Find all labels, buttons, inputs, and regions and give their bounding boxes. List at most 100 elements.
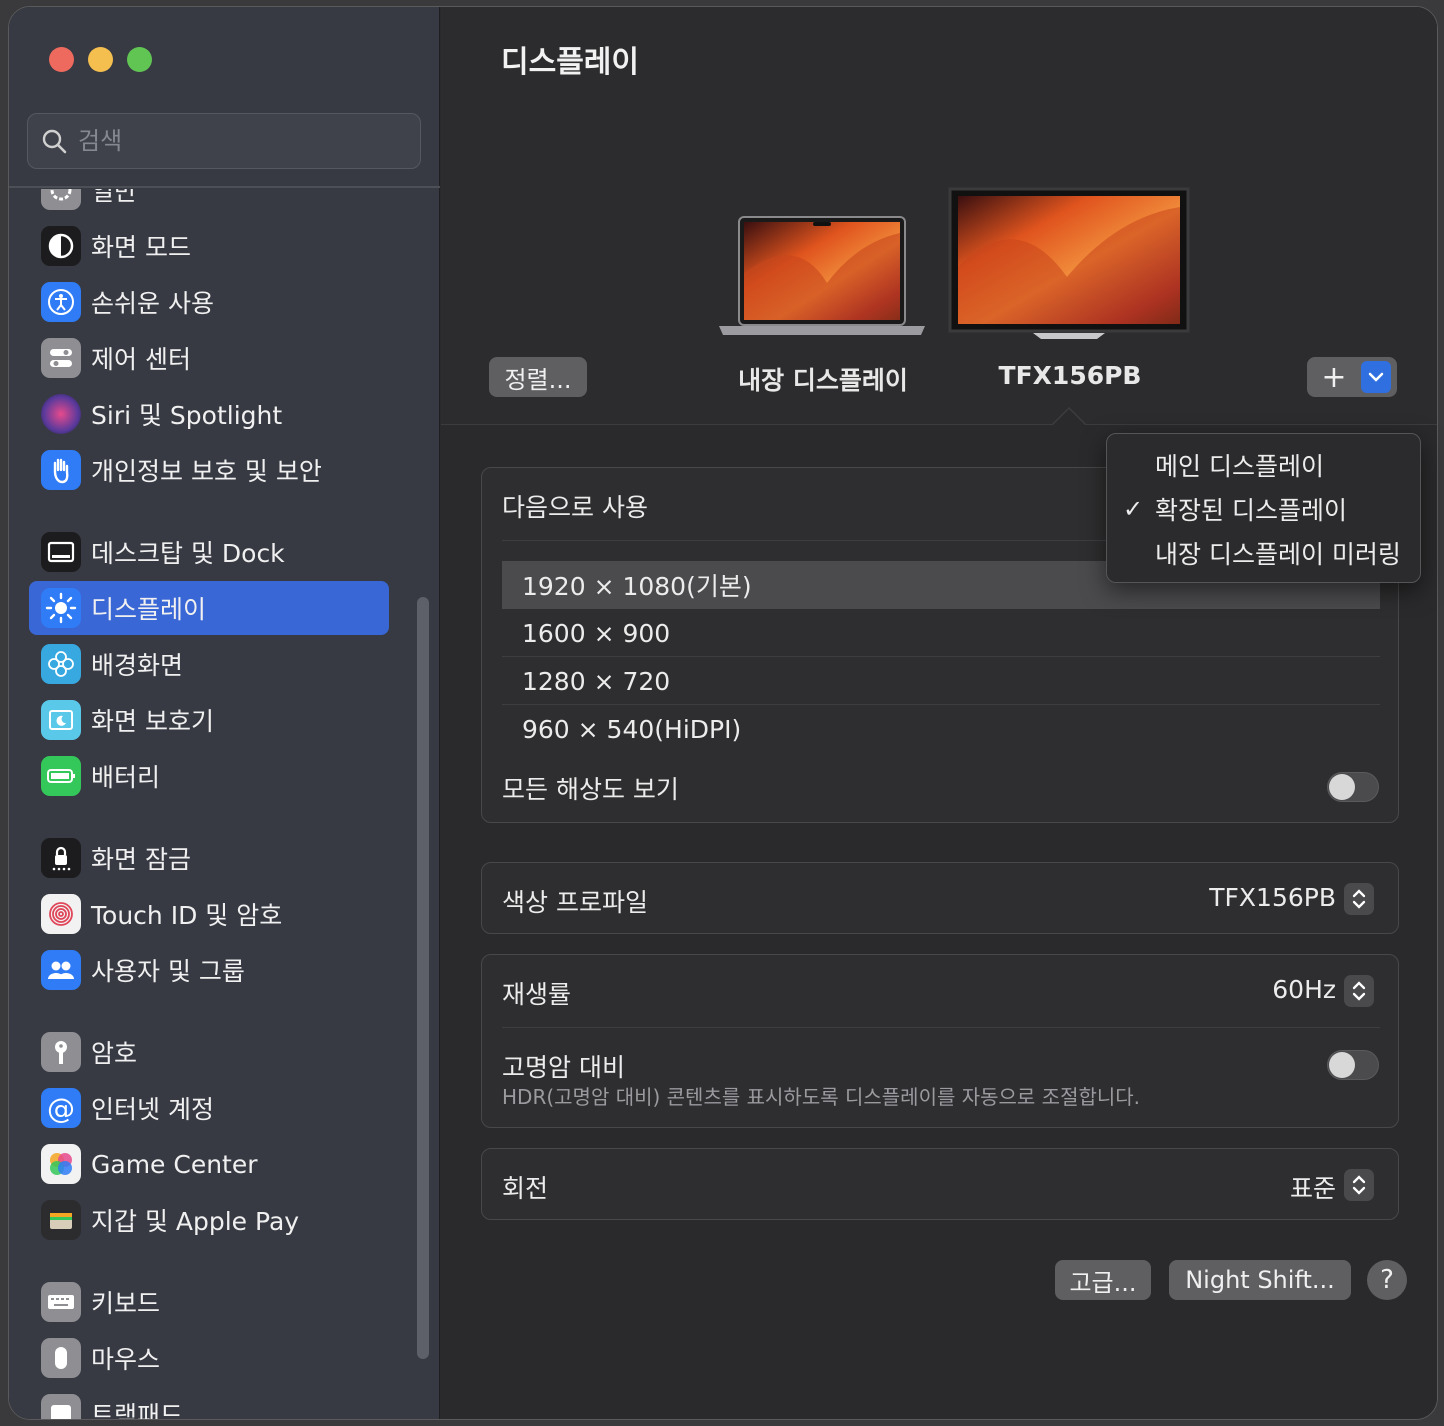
add-button[interactable]: +	[1307, 360, 1361, 395]
main-pane: 디스플레이 정렬... 내장 디스플레이 TFX156PB + 다음으로 사용 …	[441, 7, 1437, 1419]
refresh-hdr-panel: 재생률 60Hz 고명암 대비 HDR(고명암 대비) 콘텐츠를 표시하도록 디…	[481, 954, 1399, 1128]
sidebar-item-label: 디스플레이	[91, 595, 207, 624]
sidebar-item-battery[interactable]: 배터리	[29, 749, 389, 803]
sidebar-scrollbar[interactable]	[417, 597, 429, 1359]
window-controls	[49, 47, 152, 72]
night-shift-button[interactable]: Night Shift...	[1169, 1260, 1351, 1300]
hdr-toggle[interactable]	[1327, 1050, 1379, 1080]
selection-caret-fill	[1053, 409, 1085, 425]
sidebar-list: 일반 화면 모드 손쉬운 사용 제어 센터 Siri 및 Spotlight 개…	[9, 189, 440, 1420]
sidebar-item-users-groups[interactable]: 사용자 및 그룹	[29, 943, 389, 997]
sidebar-item-label: 트랙패드	[91, 1401, 184, 1420]
search-icon	[42, 129, 67, 154]
trackpad-icon	[41, 1394, 81, 1419]
sidebar-item-displays[interactable]: 디스플레이	[29, 581, 389, 635]
sidebar-item-touch-id[interactable]: Touch ID 및 암호	[29, 887, 389, 941]
sidebar-item-label: 인터넷 계정	[91, 1095, 214, 1124]
sidebar-item-appearance[interactable]: 화면 모드	[29, 219, 389, 273]
divider	[502, 1027, 1380, 1028]
close-button[interactable]	[49, 47, 74, 72]
color-profile-label: 색상 프로파일	[502, 888, 648, 917]
sidebar-item-label: Siri 및 Spotlight	[91, 401, 283, 430]
gear-icon	[41, 189, 81, 210]
chevron-down-icon[interactable]	[1361, 361, 1391, 393]
dock-icon	[41, 532, 81, 572]
resolution-option[interactable]: 1600 × 900	[502, 609, 1380, 657]
minimize-button[interactable]	[88, 47, 113, 72]
sidebar-item-label: 개인정보 보호 및 보안	[91, 457, 322, 486]
sidebar-item-label: 사용자 및 그룹	[91, 957, 245, 986]
external-display-thumbnail[interactable]	[947, 187, 1191, 347]
show-all-resolutions-label: 모든 해상도 보기	[502, 775, 679, 804]
up-down-chevron-icon[interactable]	[1344, 883, 1374, 915]
menu-item-extended-display[interactable]: ✓ 확장된 디스플레이	[1107, 488, 1422, 530]
wallet-icon	[41, 1200, 81, 1240]
show-all-resolutions-toggle[interactable]	[1327, 772, 1379, 802]
game-center-icon	[41, 1144, 81, 1184]
builtin-display-label[interactable]: 내장 디스플레이	[717, 361, 929, 397]
sidebar-item-label: Touch ID 및 암호	[91, 901, 283, 930]
hdr-label: 고명암 대비	[502, 1053, 625, 1082]
resolution-option[interactable]: 1280 × 720	[502, 657, 1380, 705]
rotation-label: 회전	[502, 1174, 549, 1203]
search-field[interactable]	[27, 113, 421, 169]
keyboard-icon	[41, 1282, 81, 1322]
sidebar-item-passwords[interactable]: 암호	[29, 1025, 389, 1079]
sidebar-item-label: 키보드	[91, 1289, 161, 1318]
sidebar-item-label: Game Center	[91, 1149, 258, 1179]
appearance-icon	[41, 226, 81, 266]
sidebar-item-siri[interactable]: Siri 및 Spotlight	[29, 387, 389, 441]
rotation-value[interactable]: 표준	[1290, 1169, 1336, 1205]
sidebar-item-internet-accounts[interactable]: @ 인터넷 계정	[29, 1081, 389, 1135]
add-display-control[interactable]: +	[1307, 357, 1397, 397]
lock-icon	[41, 838, 81, 878]
refresh-rate-label: 재생률	[502, 980, 572, 1009]
sidebar-item-label: 마우스	[91, 1345, 161, 1374]
arrange-button[interactable]: 정렬...	[489, 357, 587, 397]
search-input[interactable]	[78, 127, 378, 155]
flower-icon	[41, 644, 81, 684]
menu-item-label: 내장 디스플레이 미러링	[1155, 540, 1401, 569]
color-profile-value[interactable]: TFX156PB	[1209, 883, 1336, 912]
external-display-label[interactable]: TFX156PB	[967, 361, 1173, 390]
use-as-label: 다음으로 사용	[502, 493, 648, 522]
sidebar-item-label: 배터리	[91, 763, 161, 792]
refresh-rate-value[interactable]: 60Hz	[1272, 975, 1336, 1004]
sidebar-item-privacy[interactable]: 개인정보 보호 및 보안	[29, 443, 389, 497]
fingerprint-icon	[41, 894, 81, 934]
zoom-button[interactable]	[127, 47, 152, 72]
settings-window: 일반 화면 모드 손쉬운 사용 제어 센터	[8, 6, 1438, 1420]
battery-icon	[41, 756, 81, 796]
menu-item-mirror-builtin[interactable]: 내장 디스플레이 미러링	[1107, 532, 1422, 574]
up-down-chevron-icon[interactable]	[1344, 1169, 1374, 1201]
sidebar-item-keyboard[interactable]: 키보드	[29, 1275, 389, 1329]
sidebar-item-game-center[interactable]: Game Center	[29, 1137, 389, 1191]
advanced-button[interactable]: 고급...	[1055, 1260, 1151, 1300]
sidebar-item-desktop-dock[interactable]: 데스크탑 및 Dock	[29, 525, 389, 579]
sidebar-item-label: 화면 잠금	[91, 845, 191, 874]
resolution-option[interactable]: 960 × 540(HiDPI)	[502, 705, 1380, 753]
sidebar-item-trackpad[interactable]: 트랙패드	[29, 1387, 389, 1420]
sidebar-item-wallet[interactable]: 지갑 및 Apple Pay	[29, 1193, 389, 1247]
menu-item-main-display[interactable]: 메인 디스플레이	[1107, 444, 1422, 486]
sidebar-divider	[9, 186, 440, 188]
rotation-panel: 회전 표준	[481, 1148, 1399, 1220]
sidebar-item-label: 데스크탑 및 Dock	[91, 539, 285, 568]
sidebar-item-general[interactable]: 일반	[29, 189, 389, 217]
menu-item-label: 확장된 디스플레이	[1155, 496, 1347, 525]
sidebar-item-label: 제어 센터	[91, 345, 191, 374]
sidebar-item-mouse[interactable]: 마우스	[29, 1331, 389, 1385]
sidebar-item-wallpaper[interactable]: 배경화면	[29, 637, 389, 691]
siri-icon	[41, 394, 81, 434]
help-button[interactable]: ?	[1367, 1260, 1407, 1300]
sidebar-item-accessibility[interactable]: 손쉬운 사용	[29, 275, 389, 329]
builtin-display-thumbnail[interactable]	[717, 213, 927, 343]
sidebar-item-label: 배경화면	[91, 651, 184, 680]
up-down-chevron-icon[interactable]	[1344, 975, 1374, 1007]
sidebar-item-label: 지갑 및 Apple Pay	[91, 1207, 300, 1236]
sidebar-item-control-center[interactable]: 제어 센터	[29, 331, 389, 385]
sidebar-item-lock-screen[interactable]: 화면 잠금	[29, 831, 389, 885]
sidebar-item-screensaver[interactable]: 화면 보호기	[29, 693, 389, 747]
at-icon: @	[41, 1088, 81, 1128]
hdr-description: HDR(고명암 대비) 콘텐츠를 표시하도록 디스플레이를 자동으로 조절합니다…	[502, 1085, 1141, 1109]
